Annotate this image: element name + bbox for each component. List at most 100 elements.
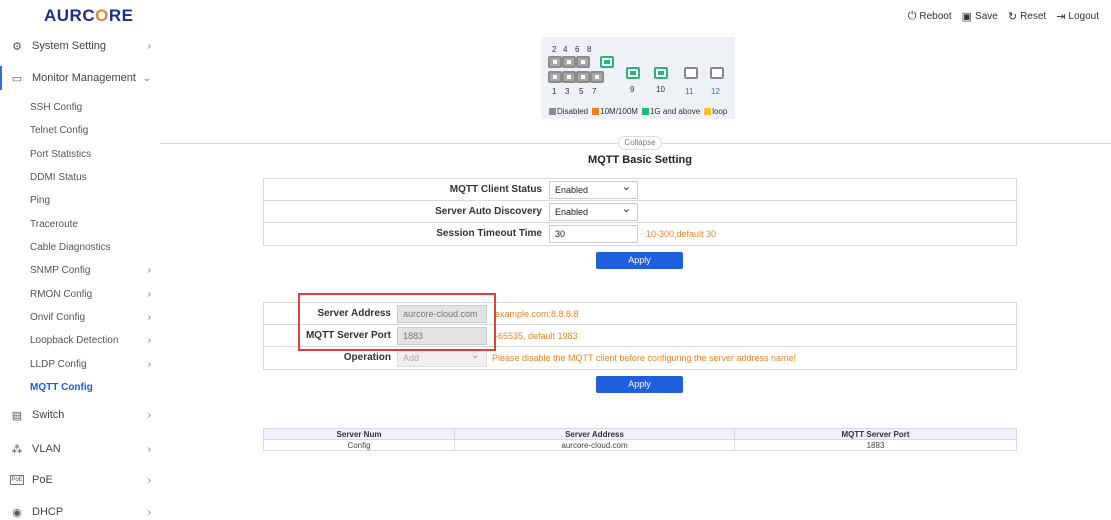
auto-discovery-select[interactable]: Enabled — [549, 201, 638, 221]
chevron-right-icon: › — [147, 506, 151, 518]
port-2[interactable] — [548, 56, 562, 68]
port-9[interactable] — [626, 67, 640, 79]
port-8[interactable] — [600, 56, 614, 68]
table-cell: 1883 — [734, 439, 1017, 451]
top-actions: ⏻ Reboot ▣ Save ↻ Reset ⇥ Logout — [908, 10, 1099, 23]
sidebar-item-ssh-config[interactable]: SSH Config — [30, 97, 155, 117]
sidebar-item-label: PoE — [32, 474, 53, 486]
port-7[interactable] — [590, 71, 604, 83]
sidebar-item-label: DDMI Status — [30, 171, 87, 183]
port-5[interactable] — [576, 71, 590, 83]
sidebar-item-label: Monitor Management — [32, 72, 136, 84]
sidebar-item-label: System Setting — [32, 40, 106, 52]
sidebar-item-label: LLDP Config — [30, 358, 87, 370]
reboot-label: Reboot — [919, 11, 952, 22]
sidebar-item-label: MQTT Config — [30, 381, 93, 393]
port-6[interactable] — [576, 56, 590, 68]
sidebar-item-dhcp[interactable]: ◉ DHCP › — [10, 500, 155, 520]
logo-text-left: AURC — [44, 6, 96, 25]
logo-text-right: RE — [108, 6, 134, 25]
table-cell: Config — [263, 439, 455, 451]
sidebar-item-system-setting[interactable]: ⚙ System Setting › — [10, 34, 155, 58]
port-number: 2 — [552, 45, 557, 54]
reboot-button[interactable]: ⏻ Reboot — [908, 10, 952, 23]
sidebar-item-poe[interactable]: PoE PoE › — [10, 468, 155, 492]
apply-basic-button[interactable]: Apply — [596, 252, 683, 269]
logo-text-accent: O — [95, 6, 109, 25]
chevron-right-icon: › — [147, 264, 151, 276]
port-number: 8 — [587, 45, 592, 54]
gear-icon: ⚙ — [12, 40, 22, 53]
sidebar-item-label: Telnet Config — [30, 124, 89, 136]
sidebar-item-loopback-detection[interactable]: Loopback Detection › — [30, 330, 155, 350]
logout-button[interactable]: ⇥ Logout — [1056, 10, 1099, 23]
port-3[interactable] — [562, 71, 576, 83]
logout-label: Logout — [1068, 11, 1099, 22]
sidebar-item-telnet-config[interactable]: Telnet Config — [30, 120, 155, 140]
legend-loop: loop — [704, 107, 727, 116]
legend-label: loop — [712, 107, 728, 116]
apply-server-button[interactable]: Apply — [596, 376, 683, 393]
port-12[interactable] — [710, 67, 724, 79]
reset-button[interactable]: ↻ Reset — [1008, 10, 1046, 23]
sidebar-item-vlan[interactable]: ⁂ VLAN › — [10, 437, 155, 461]
timeout-input[interactable]: 30 — [549, 225, 638, 243]
sidebar-item-cable-diagnostics[interactable]: Cable Diagnostics — [30, 237, 155, 257]
port-11[interactable] — [684, 67, 698, 79]
chevron-down-icon: ⌄ — [142, 72, 151, 84]
sidebar-item-monitor-management[interactable]: ▭ Monitor Management ⌄ — [0, 66, 155, 90]
page-title: MQTT Basic Setting — [588, 154, 692, 166]
reset-label: Reset — [1020, 11, 1047, 22]
legend-label: 1G and above — [649, 107, 701, 116]
sidebar-item-ping[interactable]: Ping — [30, 190, 155, 210]
legend-1g: 1G and above — [641, 107, 701, 116]
chevron-right-icon: › — [147, 358, 151, 370]
timeout-hint: 10-300,default 30 — [646, 229, 717, 239]
server-port-hint: -65535, default 1983 — [495, 331, 578, 341]
legend-swatch — [549, 108, 556, 116]
column-header: Server Address — [454, 428, 735, 440]
sidebar-item-switch[interactable]: ▤ Switch › — [10, 403, 155, 427]
sidebar-item-traceroute[interactable]: Traceroute — [30, 214, 155, 234]
port-4[interactable] — [562, 56, 576, 68]
sidebar-item-onvif-config[interactable]: Onvif Config › — [30, 307, 155, 327]
legend-swatch — [592, 108, 600, 116]
sidebar-item-mqtt-config[interactable]: MQTT Config — [30, 377, 155, 397]
port-number: 3 — [565, 87, 570, 96]
power-icon: ⏻ — [907, 10, 917, 22]
reset-icon: ↻ — [1007, 11, 1018, 23]
sidebar-item-port-statistics[interactable]: Port Statistics — [30, 144, 155, 164]
logout-icon: ⇥ — [1056, 11, 1066, 23]
table-row[interactable]: Config aurcore-cloud.com 1883 — [263, 439, 1017, 451]
legend-swatch — [641, 108, 649, 116]
sidebar-item-label: Ping — [30, 194, 51, 206]
port-number: 9 — [630, 85, 635, 94]
collapse-button[interactable]: Collapse — [618, 136, 662, 150]
client-status-select[interactable]: Enabled — [549, 179, 638, 199]
sidebar-item-snmp-config[interactable]: SNMP Config › — [30, 260, 155, 280]
port-status-panel: 2 4 6 8 1 3 5 7 9 10 11 12 Disabled 10M/… — [541, 37, 735, 119]
highlight-box — [298, 293, 496, 351]
chevron-right-icon: › — [147, 40, 151, 52]
operation-select[interactable]: Add — [397, 347, 487, 367]
client-status-row: MQTT Client Status Enabled — [264, 179, 1016, 201]
chevron-right-icon: › — [147, 474, 151, 486]
chevron-right-icon: › — [147, 311, 151, 323]
sidebar-item-rmon-config[interactable]: RMON Config › — [30, 284, 155, 304]
sidebar-item-lldp-config[interactable]: LLDP Config › — [30, 354, 155, 374]
sidebar-item-label: Port Statistics — [30, 148, 92, 160]
port-10[interactable] — [654, 67, 668, 79]
sidebar-item-ddmi-status[interactable]: DDMI Status — [30, 167, 155, 187]
sidebar-item-label: Loopback Detection — [30, 334, 119, 346]
port-number: 12 — [711, 87, 720, 96]
chevron-right-icon: › — [147, 409, 151, 421]
chevron-right-icon: › — [147, 334, 151, 346]
column-header: Server Num — [263, 428, 455, 440]
operation-hint: Please disable the MQTT client before co… — [492, 353, 796, 363]
network-icon: ⁂ — [11, 443, 23, 456]
port-number: 11 — [685, 87, 694, 96]
port-1[interactable] — [548, 71, 562, 83]
basic-settings-form: MQTT Client Status Enabled Server Auto D… — [263, 178, 1017, 246]
client-status-label: MQTT Client Status — [449, 184, 542, 195]
save-button[interactable]: ▣ Save — [962, 10, 998, 23]
